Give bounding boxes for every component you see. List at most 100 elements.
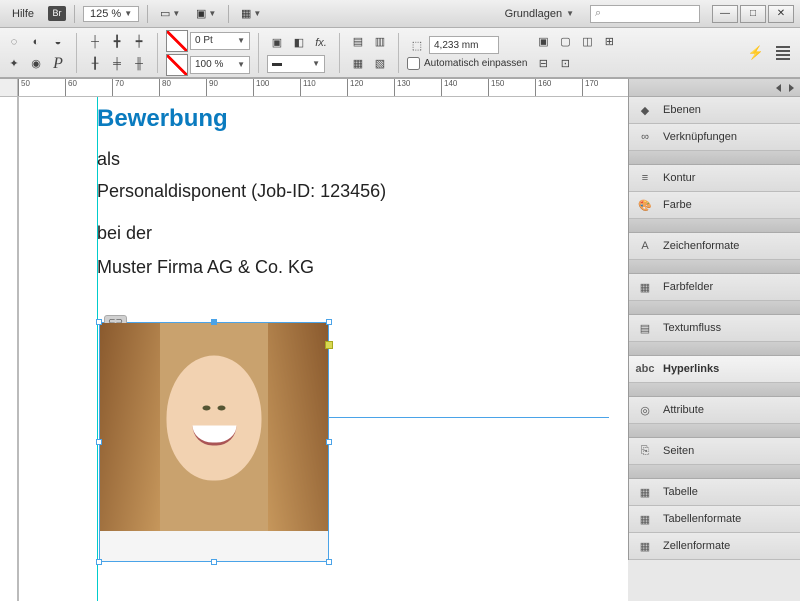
tool-icon[interactable]: ◉	[26, 54, 46, 74]
panel-tabellenformate[interactable]: ▦Tabellenformate	[629, 506, 800, 533]
resize-handle[interactable]	[96, 439, 102, 445]
fit-icon[interactable]: ▣	[533, 32, 553, 52]
panel-label: Kontur	[663, 172, 695, 184]
ruler-tick: 110	[300, 79, 316, 97]
panel-zeichenformate[interactable]: AZeichenformate	[629, 233, 800, 260]
fit-icon[interactable]: ◫	[577, 32, 597, 52]
wrap-icon[interactable]: ▦	[348, 54, 368, 74]
maximize-button[interactable]: □	[740, 5, 766, 23]
resize-handle[interactable]	[326, 439, 332, 445]
tool-icon[interactable]: ✦	[4, 54, 24, 74]
panel-attribute[interactable]: ◎Attribute	[629, 397, 800, 424]
panel-icon: ▦	[637, 279, 653, 295]
align-icon[interactable]: ╪	[107, 54, 127, 74]
panel-icon: ▦	[637, 538, 653, 554]
stroke-weight-combo[interactable]: 0 Pt▼	[190, 32, 250, 50]
panel-label: Zellenformate	[663, 540, 730, 552]
arrange-button[interactable]: ▦▼	[237, 5, 265, 23]
panel-tabelle[interactable]: ▦Tabelle	[629, 479, 800, 506]
fit-icon[interactable]: ▢	[555, 32, 575, 52]
wrap-icon[interactable]: ▥	[370, 32, 390, 52]
ruler-vertical	[0, 97, 18, 601]
image-frame[interactable]: ⊂⊃	[99, 322, 329, 562]
bridge-icon[interactable]: Br	[48, 6, 66, 21]
align-icon[interactable]: ╂	[85, 54, 105, 74]
stroke-swatch-none[interactable]	[166, 54, 188, 76]
wrap-icon[interactable]: ▧	[370, 54, 390, 74]
resize-handle[interactable]	[326, 319, 332, 325]
search-input[interactable]: ⌕	[590, 5, 700, 23]
ruler-horizontal: 5060708090100110120130140150160170	[0, 79, 628, 97]
fit-icon[interactable]: ⊟	[533, 54, 553, 74]
effects-icon[interactable]: ▣	[267, 33, 287, 53]
quick-apply-icon[interactable]: ⚡	[748, 45, 770, 61]
panel-label: Tabelle	[663, 486, 698, 498]
panel-label: Farbfelder	[663, 281, 713, 293]
panel-farbfelder[interactable]: ▦ Farbfelder	[629, 274, 800, 301]
ruler-tick: 130	[394, 79, 410, 97]
close-button[interactable]: ✕	[768, 5, 794, 23]
fx-icon[interactable]: fx.	[311, 33, 331, 53]
chevron-down-icon: ▼	[124, 9, 132, 18]
frame-width-combo[interactable]: 4,233 mm	[429, 36, 499, 54]
align-icon[interactable]: ┼	[85, 32, 105, 52]
live-corner-handle[interactable]	[325, 341, 333, 349]
fit-icon[interactable]: ⊡	[555, 54, 575, 74]
panel-ebenen[interactable]: ◆ Ebenen	[629, 97, 800, 124]
doc-text: Personaldisponent (Job-ID: 123456)	[97, 181, 386, 201]
wrap-icon[interactable]: ▤	[348, 32, 368, 52]
menu-help[interactable]: Hilfe	[6, 6, 40, 22]
resize-handle[interactable]	[326, 559, 332, 565]
resize-handle[interactable]	[211, 319, 217, 325]
panel-tabstrip[interactable]	[629, 79, 800, 97]
panel-icon: abc	[637, 361, 653, 377]
panel-label: Textumfluss	[663, 322, 721, 334]
autofit-checkbox[interactable]	[407, 57, 420, 70]
panel-farbe[interactable]: 🎨Farbe	[629, 192, 800, 219]
resize-handle[interactable]	[211, 559, 217, 565]
align-icon[interactable]: ╫	[129, 54, 149, 74]
align-icon[interactable]: ┿	[129, 32, 149, 52]
ruler-tick: 90	[206, 79, 218, 97]
panel-textumfluss[interactable]: ▤Textumfluss	[629, 315, 800, 342]
corner-icon[interactable]: ◧	[289, 33, 309, 53]
control-toolbar: ◌ ◐ ◒ ✦ ◉ P ┼ ╋ ┿ ╂ ╪ ╫ 0 Pt▼	[0, 28, 800, 78]
ruler-tick: 150	[488, 79, 504, 97]
collapse-right-icon[interactable]	[789, 84, 794, 92]
panel-menu-icon[interactable]	[776, 46, 790, 60]
tool-icon[interactable]: P	[48, 54, 68, 74]
workspace-switcher[interactable]: Grundlagen ▼	[497, 6, 582, 22]
panel-icon: ◆	[637, 102, 653, 118]
ruler-tick: 170	[582, 79, 598, 97]
panel-dock: ◆ Ebenen ∞Verknüpfungen ≡Kontur🎨Farbe AZeich…	[628, 79, 800, 560]
panel-kontur[interactable]: ≡Kontur	[629, 165, 800, 192]
blend-combo[interactable]: ▬▼	[267, 55, 325, 73]
panel-label: Verknüpfungen	[663, 131, 737, 143]
panel-hyperlinks[interactable]: abcHyperlinks	[629, 356, 800, 383]
align-icon[interactable]: ╋	[107, 32, 127, 52]
resize-handle[interactable]	[96, 319, 102, 325]
minimize-button[interactable]: —	[712, 5, 738, 23]
collapse-left-icon[interactable]	[776, 84, 781, 92]
fill-swatch-none[interactable]	[166, 30, 188, 52]
opacity-combo[interactable]: 100 %▼	[190, 56, 250, 74]
view-options-button[interactable]: ▭▼	[156, 5, 184, 23]
frame-icon[interactable]: ⬚	[407, 35, 427, 55]
screen-mode-button[interactable]: ▣▼	[192, 5, 220, 23]
panel-label: Ebenen	[663, 104, 701, 116]
text-thread	[329, 417, 609, 418]
ruler-tick: 80	[159, 79, 171, 97]
resize-handle[interactable]	[96, 559, 102, 565]
panel-zellenformate[interactable]: ▦ Zellenformate	[629, 533, 800, 560]
fit-icon[interactable]: ⊞	[599, 32, 619, 52]
panel-seiten[interactable]: ⎘Seiten	[629, 438, 800, 465]
panel-icon: ◎	[637, 402, 653, 418]
guide-line[interactable]	[97, 97, 98, 601]
tool-icon[interactable]: ◒	[48, 32, 68, 52]
panel-verknüpfungen[interactable]: ∞Verknüpfungen	[629, 124, 800, 151]
ruler-tick: 120	[347, 79, 363, 97]
tool-icon[interactable]: ◐	[26, 32, 46, 52]
zoom-combo[interactable]: 125 % ▼	[83, 6, 139, 22]
tool-icon[interactable]: ◌	[4, 32, 24, 52]
canvas[interactable]: 5060708090100110120130140150160170 Bewer…	[0, 79, 628, 601]
